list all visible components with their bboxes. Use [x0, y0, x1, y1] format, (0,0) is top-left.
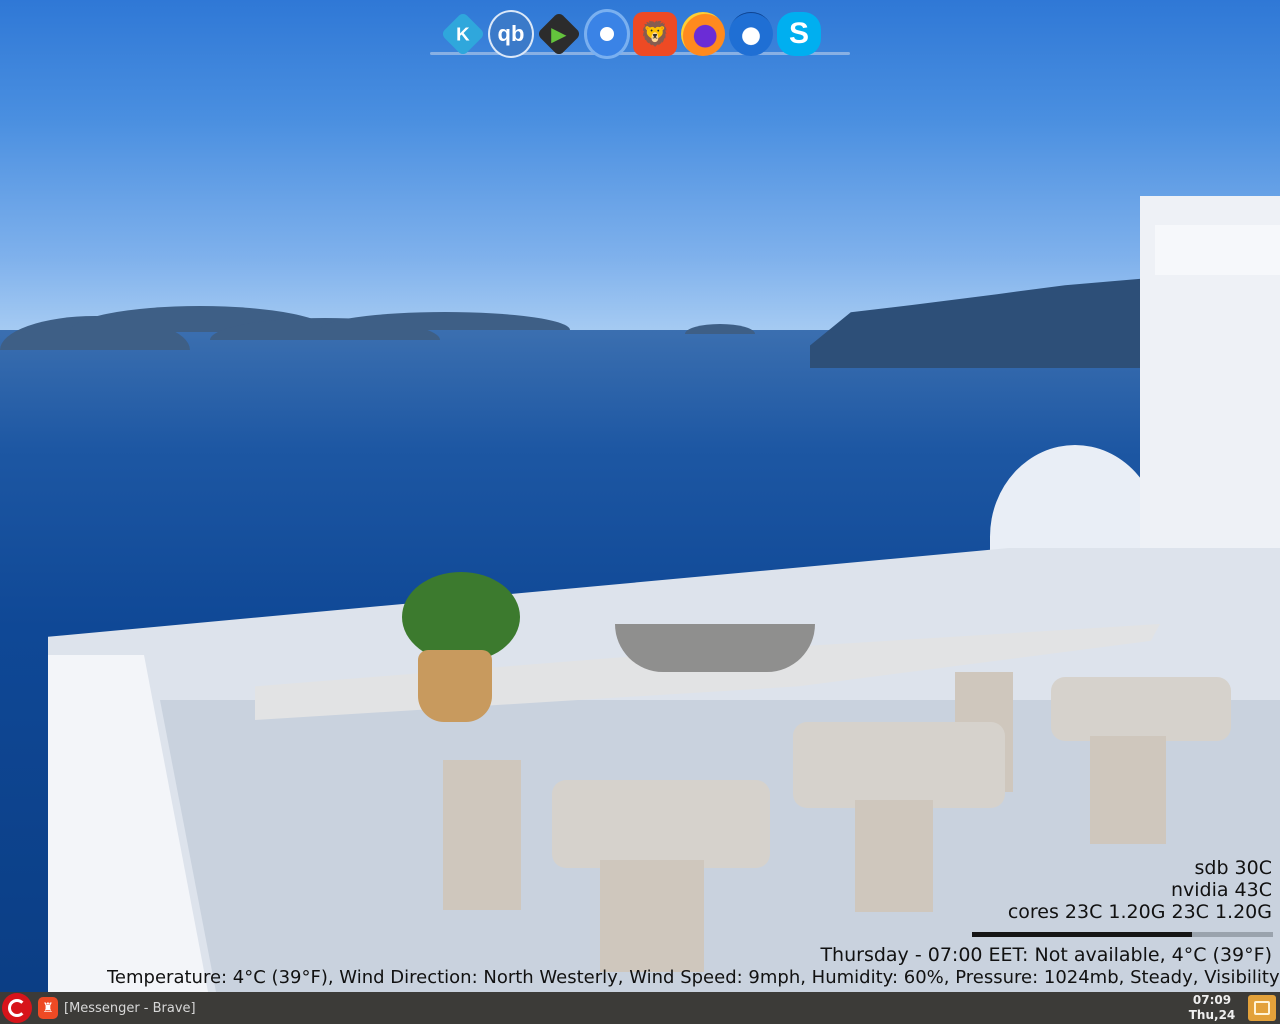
app-dock: K qb ▶ 🦁 S	[440, 8, 840, 60]
wallpaper-stool-leg	[600, 860, 704, 972]
wallpaper-island	[320, 312, 570, 330]
wallpaper-house-top	[1155, 225, 1280, 275]
clock-date: Thu,24	[1188, 1008, 1236, 1022]
conky-usage-bar	[972, 932, 1273, 937]
wallpaper-cliff	[810, 278, 1150, 368]
brave-icon: ♜	[38, 997, 58, 1019]
notification-tray-icon[interactable]	[1248, 995, 1276, 1021]
conky-usage-bar-fill	[972, 932, 1192, 937]
wallpaper-stool	[793, 722, 1005, 808]
dock-item-qbittorrent[interactable]: qb	[488, 10, 534, 58]
wallpaper-stool	[1051, 677, 1231, 741]
wallpaper-pot	[418, 650, 492, 722]
wallpaper-plant	[402, 572, 520, 662]
conky-cores: cores 23C 1.20G 23C 1.20G	[1007, 901, 1272, 923]
dock-item-kodi[interactable]: K	[440, 11, 486, 57]
wallpaper-stool	[552, 780, 770, 868]
dock-item-chrome[interactable]	[584, 9, 630, 59]
debian-menu-button[interactable]	[2, 993, 32, 1023]
dock-item-emby[interactable]: ▶	[536, 11, 582, 57]
kodi-icon: K	[440, 11, 486, 57]
dock-item-brave[interactable]: 🦁	[632, 11, 678, 57]
chrome-icon	[584, 9, 630, 59]
qbittorrent-icon: qb	[488, 10, 534, 58]
conky-nvidia-temp: nvidia 43C	[1170, 879, 1272, 901]
dock-item-thunderbird[interactable]	[728, 11, 774, 57]
debian-swirl-icon	[8, 999, 26, 1017]
firefox-icon	[681, 12, 725, 56]
taskbar-window-brave-messenger[interactable]: ♜ [Messenger - Brave]	[38, 994, 196, 1022]
wallpaper-stool-leg	[1090, 736, 1166, 844]
emby-icon: ▶	[536, 11, 582, 57]
taskbar: ♜ [Messenger - Brave] 07:09 Thu,24	[0, 992, 1280, 1024]
thunderbird-icon	[729, 12, 773, 56]
conky-weather-details: Temperature: 4°C (39°F), Wind Direction:…	[107, 967, 1280, 988]
desktop-wallpaper	[0, 0, 1280, 992]
wallpaper-table-leg	[443, 760, 521, 910]
conky-sdb-temp: sdb 30C	[1194, 857, 1272, 879]
skype-icon: S	[777, 12, 821, 56]
conky-weather-summary: Thursday - 07:00 EET: Not available, 4°C…	[820, 944, 1272, 966]
taskbar-clock[interactable]: 07:09 Thu,24	[1182, 992, 1242, 1025]
taskbar-window-label: [Messenger - Brave]	[64, 1000, 196, 1016]
dock-item-firefox[interactable]	[680, 11, 726, 57]
dock-item-skype[interactable]: S	[776, 11, 822, 57]
wallpaper-stool-leg	[855, 800, 933, 912]
brave-icon: 🦁	[633, 12, 677, 56]
wallpaper-island	[685, 324, 755, 334]
clock-time: 07:09	[1192, 993, 1232, 1007]
wallpaper-bowl	[615, 624, 815, 672]
